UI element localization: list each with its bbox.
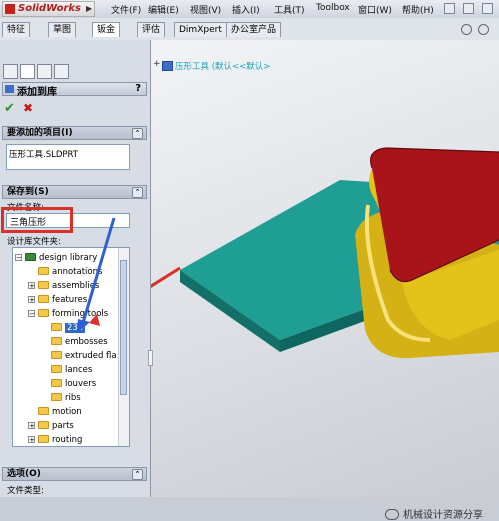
model-view-svg <box>150 147 499 359</box>
annotation-arrow-svg <box>77 217 116 333</box>
collapse-icon[interactable]: ⌃ <box>132 469 143 480</box>
filetype-label: 文件类型: <box>7 486 44 496</box>
menu-file[interactable]: 文件(F) <box>111 3 141 16</box>
tab-sketch[interactable]: 草图 <box>48 22 77 37</box>
graphics-viewport[interactable]: + 压形工具 (默认<<默认> 机械设计资源分享 <box>150 40 499 521</box>
tab-dimxpert[interactable]: DimXpert <box>174 22 227 37</box>
menu-arrow-icon[interactable]: ▶ <box>86 4 92 13</box>
options-title: 选项(O) <box>7 469 41 479</box>
command-manager-tabs: 特征 草图 钣金 评估 DimXpert 办公室产品 <box>0 18 499 41</box>
open-icon[interactable] <box>482 3 493 14</box>
menu-help[interactable]: 帮助(H) <box>402 3 434 16</box>
menu-window[interactable]: 窗口(W) <box>358 3 392 16</box>
annotation-arrow-blue <box>81 217 116 324</box>
tab-features[interactable]: 特征 <box>2 22 31 37</box>
menu-view[interactable]: 视图(V) <box>190 3 221 16</box>
tab-sheet-metal[interactable]: 钣金 <box>92 22 121 37</box>
new-document-icon[interactable] <box>463 3 474 14</box>
watermark-text: 机械设计资源分享 <box>403 510 483 521</box>
menu-edit[interactable]: 编辑(E) <box>148 3 179 16</box>
menu-toolbox[interactable]: Toolbox <box>316 3 350 13</box>
watermark: 机械设计资源分享 <box>385 506 483 521</box>
panel-splitter-handle[interactable] <box>148 350 153 366</box>
zoom-to-fit-icon[interactable] <box>461 24 472 35</box>
pin-icon[interactable] <box>444 3 455 14</box>
annotation-arrow-red <box>150 266 181 289</box>
tab-evaluate[interactable]: 评估 <box>137 22 166 37</box>
annotation-arrowhead-blue <box>77 319 90 333</box>
options-header[interactable]: 选项(O) ⌃ <box>2 467 147 481</box>
zoom-area-icon[interactable] <box>478 24 489 35</box>
tab-office-products[interactable]: 办公室产品 <box>226 22 282 37</box>
solidworks-logo[interactable]: SolidWorks ▶ <box>2 1 95 17</box>
wechat-icon <box>385 509 399 520</box>
menu-insert[interactable]: 插入(I) <box>232 3 260 16</box>
solidworks-logo-icon <box>5 4 15 14</box>
app-title: SolidWorks <box>18 3 81 14</box>
menu-bar: SolidWorks ▶ 文件(F) 编辑(E) 视图(V) 插入(I) 工具(… <box>0 0 499 19</box>
property-manager-panel: 添加到库 ? ✔ ✖ 要添加的项目(I) ⌃ 压形工具.SLDPRT 保存到(S… <box>0 40 151 497</box>
annotation-arrowhead-red <box>89 314 100 326</box>
menu-tools[interactable]: 工具(T) <box>274 3 305 16</box>
